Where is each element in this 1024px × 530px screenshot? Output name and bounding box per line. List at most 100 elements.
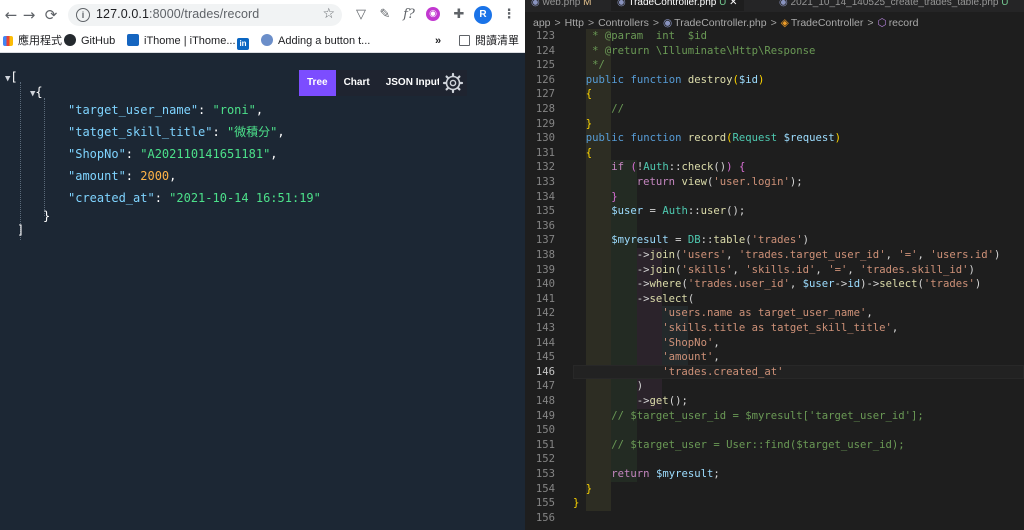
tree-row-created-at[interactable]: "created_at": "2021-10-14 16:51:19" — [68, 190, 321, 206]
code-line[interactable]: 152 — [525, 452, 1024, 467]
line-text[interactable]: * @param int $id — [573, 29, 707, 44]
url-text[interactable]: 127.0.0.1:8000/trades/record — [96, 7, 259, 21]
line-text[interactable]: ) — [573, 379, 643, 394]
line-text[interactable]: 'trades.created_at' — [573, 365, 783, 380]
tab-json-input[interactable]: JSON Input — [377, 70, 449, 96]
code-line[interactable]: 146 'trades.created_at' — [525, 365, 1024, 380]
formula-extension-icon[interactable]: f? — [400, 6, 418, 24]
bookmark-apps[interactable]: 應用程式 — [3, 33, 62, 49]
code-line[interactable]: 153 return $myresult; — [525, 467, 1024, 482]
code-line[interactable]: 128 // — [525, 102, 1024, 117]
tab-tree[interactable]: Tree — [299, 70, 336, 96]
purple-extension-icon[interactable]: ◉ — [426, 7, 440, 21]
code-line[interactable]: 145 'amount', — [525, 350, 1024, 365]
code-line[interactable]: 156 — [525, 511, 1024, 526]
tree-row-array-open[interactable]: ▼[ — [5, 69, 18, 85]
profile-avatar[interactable]: R — [474, 6, 492, 24]
bookmark-adding-button[interactable]: Adding a button t... — [261, 33, 370, 49]
line-text[interactable]: */ — [573, 58, 605, 73]
address-bar[interactable]: i 127.0.0.1:8000/trades/record ☆ — [68, 4, 342, 26]
line-text[interactable]: { — [573, 87, 592, 102]
code-line[interactable]: 149 // $target_user_id = $myresult['targ… — [525, 409, 1024, 424]
bookmark-star-icon[interactable]: ☆ — [322, 6, 335, 22]
line-text[interactable]: $user = Auth::user(); — [573, 204, 745, 219]
code-line[interactable]: 141 ->select( — [525, 292, 1024, 307]
code-line[interactable]: 142 'users.name as target_user_name', — [525, 306, 1024, 321]
breadcrumb-http[interactable]: Http — [565, 17, 584, 29]
line-text[interactable]: ->join('users', 'trades.target_user_id',… — [573, 248, 1001, 263]
shield-extension-icon[interactable]: ▽ — [352, 6, 370, 24]
line-text[interactable]: // — [573, 102, 624, 117]
back-icon[interactable]: ← — [2, 6, 20, 24]
reload-icon[interactable]: ⟳ — [42, 6, 60, 24]
tree-row-object-open[interactable]: ▼{ — [30, 84, 43, 100]
code-line[interactable]: 138 ->join('users', 'trades.target_user_… — [525, 248, 1024, 263]
tab-trade-controller[interactable]: ◉ TradeController.php U ✕ — [611, 0, 744, 11]
code-line[interactable]: 143 'skills.title as tatget_skill_title'… — [525, 321, 1024, 336]
eyedropper-extension-icon[interactable]: ✎ — [376, 6, 394, 24]
breadcrumb-file[interactable]: TradeController.php — [674, 17, 766, 29]
code-line[interactable]: 134 } — [525, 190, 1024, 205]
code-line[interactable]: 127 { — [525, 87, 1024, 102]
line-text[interactable]: * @return \Illuminate\Http\Response — [573, 44, 815, 59]
code-line[interactable]: 140 ->where('trades.user_id', $user->id)… — [525, 277, 1024, 292]
line-text[interactable]: { — [573, 146, 592, 161]
tab-chart[interactable]: Chart — [335, 70, 378, 96]
line-text[interactable]: 'amount', — [573, 350, 719, 365]
code-line[interactable]: 148 ->get(); — [525, 394, 1024, 409]
code-line[interactable]: 129 } — [525, 117, 1024, 132]
bookmark-ithome[interactable]: iThome | iThome... — [127, 33, 236, 49]
line-text[interactable]: $myresult = DB::table('trades') — [573, 233, 809, 248]
line-text[interactable]: ->where('trades.user_id', $user->id)->se… — [573, 277, 982, 292]
code-line[interactable]: 124 * @return \Illuminate\Http\Response — [525, 44, 1024, 59]
settings-button[interactable] — [439, 70, 467, 96]
bookmark-linkedin[interactable]: in — [237, 33, 254, 50]
bookmark-github[interactable]: GitHub — [64, 33, 115, 49]
line-text[interactable]: ->select( — [573, 292, 694, 307]
line-text[interactable]: public function record(Request $request) — [573, 131, 841, 146]
line-text[interactable]: 'ShopNo', — [573, 336, 719, 351]
line-text[interactable]: } — [573, 496, 579, 511]
code-line[interactable]: 147 ) — [525, 379, 1024, 394]
code-line[interactable]: 155} — [525, 496, 1024, 511]
breadcrumb-method[interactable]: record — [889, 17, 919, 29]
code-line[interactable]: 154 } — [525, 482, 1024, 497]
line-text[interactable]: } — [573, 117, 592, 132]
line-text[interactable]: // $target_user = User::find($target_use… — [573, 438, 904, 453]
code-line[interactable]: 150 — [525, 423, 1024, 438]
site-info-icon[interactable]: i — [76, 8, 90, 22]
code-line[interactable]: 133 return view('user.login'); — [525, 175, 1024, 190]
code-line[interactable]: 131 { — [525, 146, 1024, 161]
line-text[interactable]: // $target_user_id = $myresult['target_u… — [573, 409, 924, 424]
reading-list-button[interactable]: 閱讀清單 — [459, 33, 519, 49]
line-text[interactable]: return $myresult; — [573, 467, 719, 482]
code-line[interactable]: 123 * @param int $id — [525, 29, 1024, 44]
tree-row-skill-title[interactable]: "tatget_skill_title": "微積分", — [68, 124, 285, 140]
code-line[interactable]: 135 $user = Auth::user(); — [525, 204, 1024, 219]
tab-migration[interactable]: ◉ 2021_10_14_140525_create_trades_table.… — [773, 0, 1015, 11]
browser-menu-icon[interactable]: ⋮ — [500, 6, 518, 24]
tree-row-target-user-name[interactable]: "target_user_name": "roni", — [68, 102, 263, 118]
close-tab-icon[interactable]: ✕ — [729, 0, 737, 8]
breadcrumb-controllers[interactable]: Controllers — [598, 17, 649, 29]
line-text[interactable]: } — [573, 482, 592, 497]
more-bookmarks-button[interactable]: » — [435, 33, 441, 49]
line-text[interactable]: ->join('skills', 'skills.id', '=', 'trad… — [573, 263, 975, 278]
tree-row-amount[interactable]: "amount": 2000, — [68, 168, 176, 184]
breadcrumb-app[interactable]: app — [533, 17, 551, 29]
forward-icon[interactable]: → — [20, 6, 38, 24]
line-text[interactable]: ->get(); — [573, 394, 688, 409]
line-text[interactable]: 'skills.title as tatget_skill_title', — [573, 321, 898, 336]
code-line[interactable]: 132 if (!Auth::check()) { — [525, 160, 1024, 175]
breadcrumb-class[interactable]: TradeController — [791, 17, 864, 29]
tree-row-shop-no[interactable]: "ShopNo": "A202110141651181", — [68, 146, 278, 162]
code-line[interactable]: 137 $myresult = DB::table('trades') — [525, 233, 1024, 248]
line-text[interactable]: 'users.name as target_user_name', — [573, 306, 873, 321]
line-text[interactable]: if (!Auth::check()) { — [573, 160, 745, 175]
code-line[interactable]: 139 ->join('skills', 'skills.id', '=', '… — [525, 263, 1024, 278]
tab-web-php[interactable]: ◉ web.php M — [525, 0, 597, 11]
code-line[interactable]: 130 public function record(Request $requ… — [525, 131, 1024, 146]
line-text[interactable]: } — [573, 190, 617, 205]
line-text[interactable]: public function destroy($id) — [573, 73, 765, 88]
extensions-puzzle-icon[interactable]: ✚ — [450, 6, 468, 24]
